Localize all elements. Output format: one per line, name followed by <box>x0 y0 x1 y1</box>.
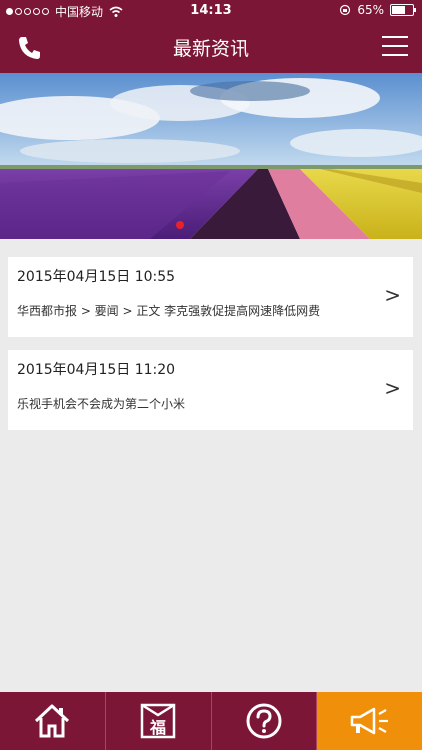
home-icon <box>35 704 70 738</box>
tab-home[interactable] <box>0 692 106 750</box>
news-item[interactable]: 2015年04月15日 10:55 华西都市报 > 要闻 > 正文 李克强敦促提… <box>8 257 413 337</box>
help-icon <box>246 703 282 739</box>
status-right: 65% <box>339 3 416 17</box>
news-item[interactable]: 2015年04月15日 11:20 乐视手机会不会成为第二个小米 > <box>8 350 413 430</box>
fu-icon: 福 <box>140 703 176 739</box>
battery-percent: 65% <box>357 3 384 17</box>
tab-bar: 福 <box>0 692 422 750</box>
fu-label: 福 <box>149 718 166 737</box>
orientation-lock-icon <box>340 4 351 16</box>
megaphone-icon <box>350 707 388 735</box>
chevron-right-icon: > <box>384 283 401 307</box>
tab-help[interactable] <box>211 692 318 750</box>
menu-icon[interactable] <box>382 36 408 58</box>
tab-fortune[interactable]: 福 <box>105 692 212 750</box>
slide-indicator-dot[interactable] <box>176 221 184 229</box>
banner-image[interactable] <box>0 73 422 239</box>
news-date: 2015年04月15日 11:20 <box>17 362 176 378</box>
tulip-field-image <box>0 73 422 239</box>
tab-news[interactable] <box>317 692 422 750</box>
status-bar: 中国移动 14:13 65% <box>0 0 422 22</box>
page-title: 最新资讯 <box>172 38 249 60</box>
news-date: 2015年04月15日 10:55 <box>17 269 176 285</box>
battery-fill <box>392 6 405 14</box>
chevron-right-icon: > <box>384 376 401 400</box>
battery-icon <box>390 4 416 16</box>
navbar: 最新资讯 <box>0 22 422 73</box>
news-headline: 华西都市报 > 要闻 > 正文 李克强敦促提高网速降低网费 <box>17 304 321 318</box>
news-headline: 乐视手机会不会成为第二个小米 <box>17 397 186 411</box>
